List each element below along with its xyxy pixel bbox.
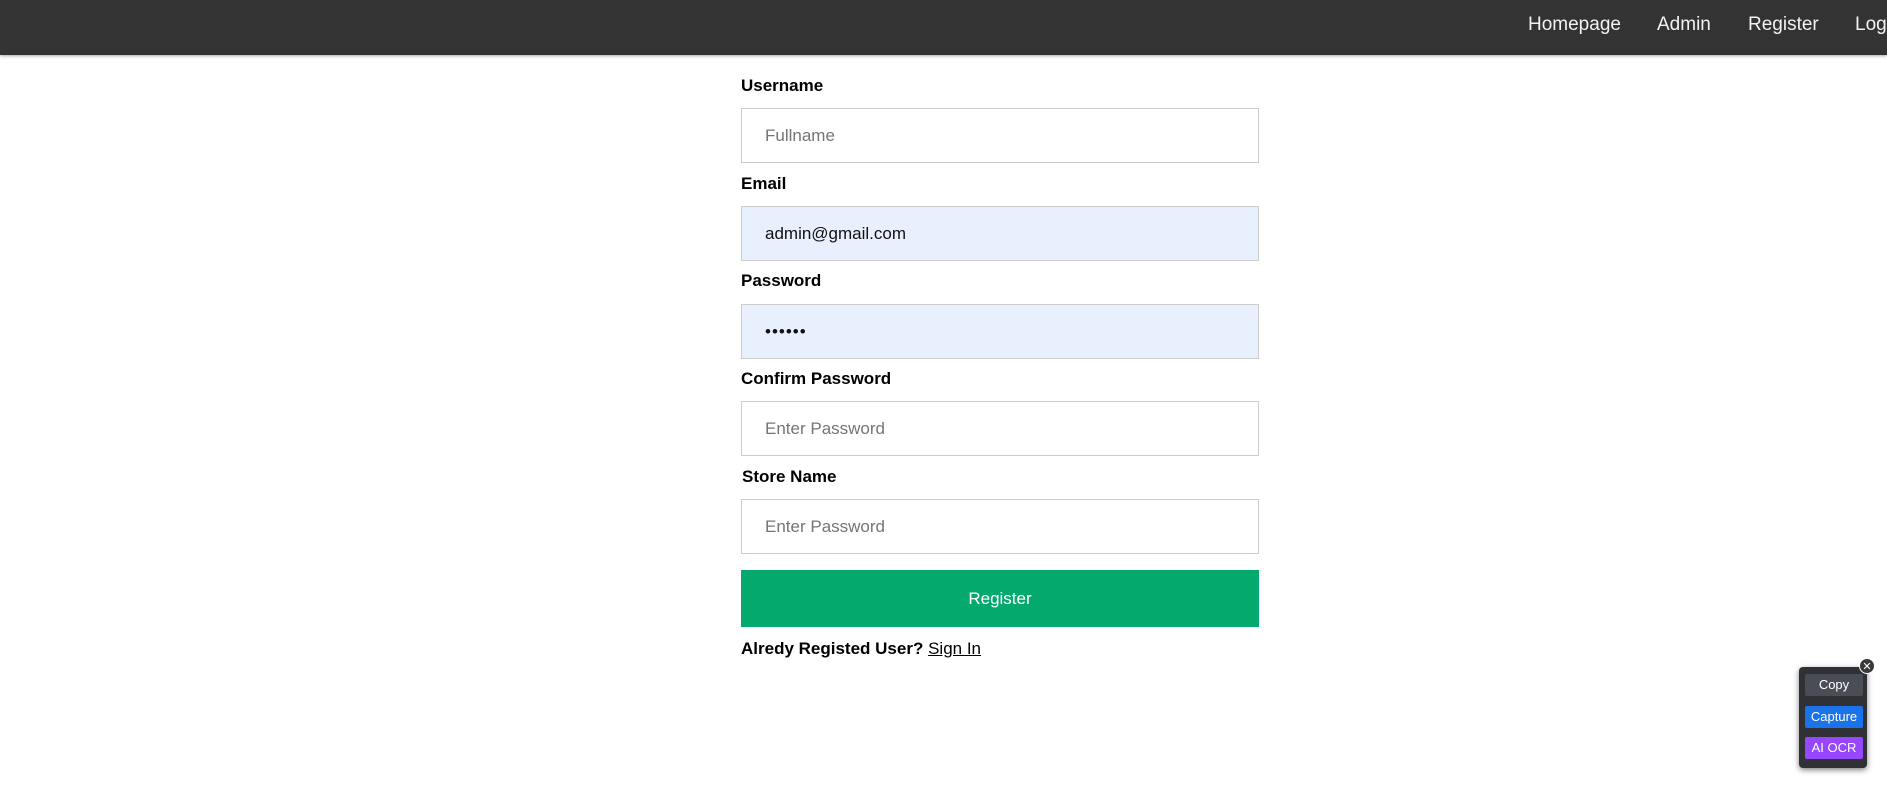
confirm-password-input[interactable] [741,401,1259,456]
top-navbar: Homepage Admin Register Log [0,0,1887,55]
signin-prompt-text: Alredy Registed User? [741,639,924,658]
email-label: Email [741,174,787,193]
username-input[interactable] [741,108,1259,163]
store-name-input[interactable] [741,499,1259,554]
copy-button[interactable]: Copy [1805,674,1863,696]
register-button[interactable]: Register [741,570,1259,627]
email-input[interactable] [741,206,1259,261]
nav-login-link[interactable]: Log [1855,14,1887,36]
capture-button[interactable]: Capture [1805,706,1863,728]
signin-prompt-row: Alredy Registed User? Sign In [741,639,981,659]
signin-link[interactable]: Sign In [928,639,981,658]
username-label: Username [741,76,824,95]
nav-homepage-link[interactable]: Homepage [1528,14,1621,36]
ai-ocr-button[interactable]: AI OCR [1805,737,1863,759]
close-icon[interactable]: ✕ [1859,658,1875,674]
confirm-password-label: Confirm Password [741,369,892,388]
nav-admin-link[interactable]: Admin [1657,14,1711,36]
store-name-label: Store Name [742,467,837,486]
nav-register-link[interactable]: Register [1748,14,1819,36]
ocr-widget-panel: Copy Capture AI OCR [1799,667,1867,768]
password-input[interactable] [741,304,1259,359]
password-label: Password [741,271,822,290]
